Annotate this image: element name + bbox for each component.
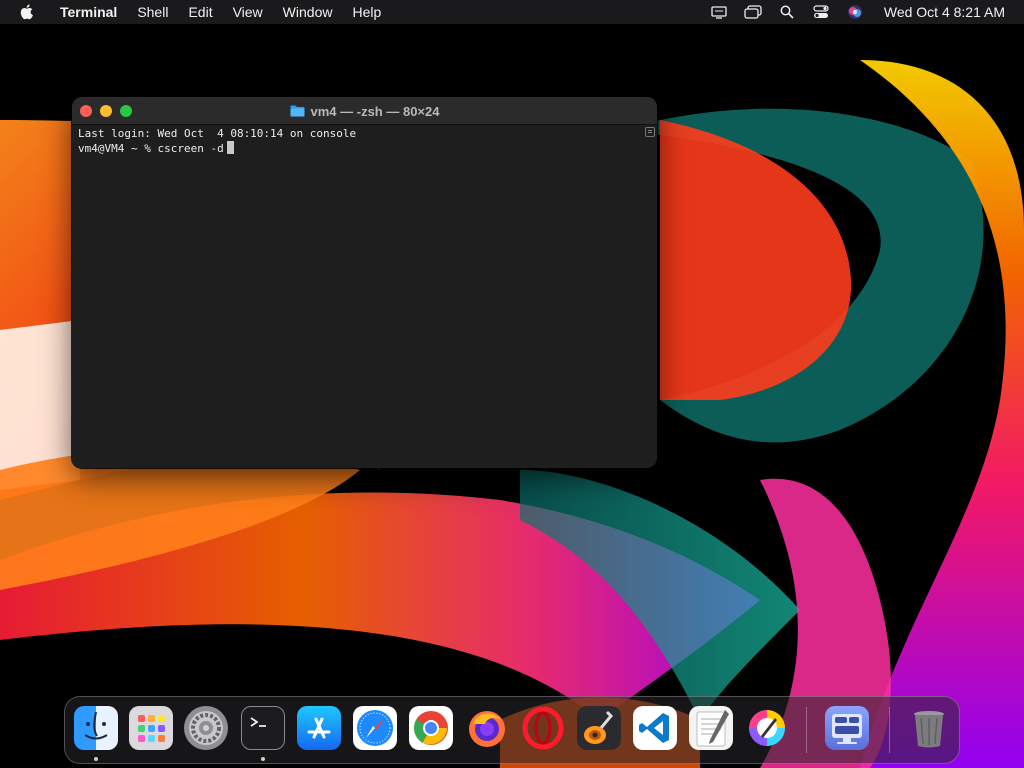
menu-clock[interactable]: Wed Oct 4 8:21 AM <box>872 4 1024 20</box>
control-center-icon[interactable] <box>804 0 838 24</box>
scroll-button[interactable] <box>645 127 655 137</box>
window-title-bar[interactable]: vm4 — -zsh — 80×24 <box>72 97 657 125</box>
safari-icon[interactable] <box>353 706 397 750</box>
window-title: vm4 — -zsh — 80×24 <box>72 97 657 125</box>
stage-manager-icon[interactable] <box>736 0 770 24</box>
terminal-icon[interactable] <box>241 706 285 750</box>
garageband-icon[interactable] <box>577 706 621 750</box>
settings-icon[interactable] <box>184 706 228 750</box>
running-indicator <box>94 757 98 761</box>
app-store-icon[interactable] <box>297 706 341 750</box>
folder-icon <box>290 105 304 117</box>
dock <box>64 696 960 764</box>
display-icon[interactable] <box>702 0 736 24</box>
terminal-output[interactable]: Last login: Wed Oct 4 08:10:14 on consol… <box>78 127 641 468</box>
trash-icon[interactable] <box>907 706 951 750</box>
menu-app-name[interactable]: Terminal <box>50 0 127 24</box>
search-icon[interactable] <box>770 0 804 24</box>
window-title-text: vm4 — -zsh — 80×24 <box>310 103 440 119</box>
menu-window[interactable]: Window <box>273 0 343 24</box>
menu-help[interactable]: Help <box>342 0 391 24</box>
dock-separator <box>889 707 890 753</box>
terminal-window[interactable]: vm4 — -zsh — 80×24 Last login: Wed Oct 4… <box>72 97 657 468</box>
downloads-stack-icon[interactable] <box>825 706 869 750</box>
terminal-prompt-line[interactable]: vm4@VM4 ~ % cscreen -d <box>78 141 641 156</box>
terminal-line-command: vm4@VM4 ~ % cscreen -d <box>78 142 224 155</box>
menu-shell[interactable]: Shell <box>127 0 178 24</box>
firefox-icon[interactable] <box>465 706 509 750</box>
opera-icon[interactable] <box>521 706 565 750</box>
finder-icon[interactable] <box>74 706 118 750</box>
pixelmator-icon[interactable] <box>745 706 789 750</box>
vscode-icon[interactable] <box>633 706 677 750</box>
chrome-icon[interactable] <box>409 706 453 750</box>
apple-menu-icon[interactable] <box>18 3 36 21</box>
menu-view[interactable]: View <box>223 0 273 24</box>
menu-edit[interactable]: Edit <box>178 0 222 24</box>
menu-bar: Terminal Shell Edit View Window Help Wed… <box>0 0 1024 24</box>
terminal-line-login: Last login: Wed Oct 4 08:10:14 on consol… <box>78 127 357 140</box>
siri-icon[interactable] <box>838 0 872 24</box>
text-cursor <box>226 141 234 154</box>
textedit-icon[interactable] <box>689 706 733 750</box>
running-indicator <box>261 757 265 761</box>
dock-separator <box>806 707 807 753</box>
launchpad-icon[interactable] <box>129 706 173 750</box>
